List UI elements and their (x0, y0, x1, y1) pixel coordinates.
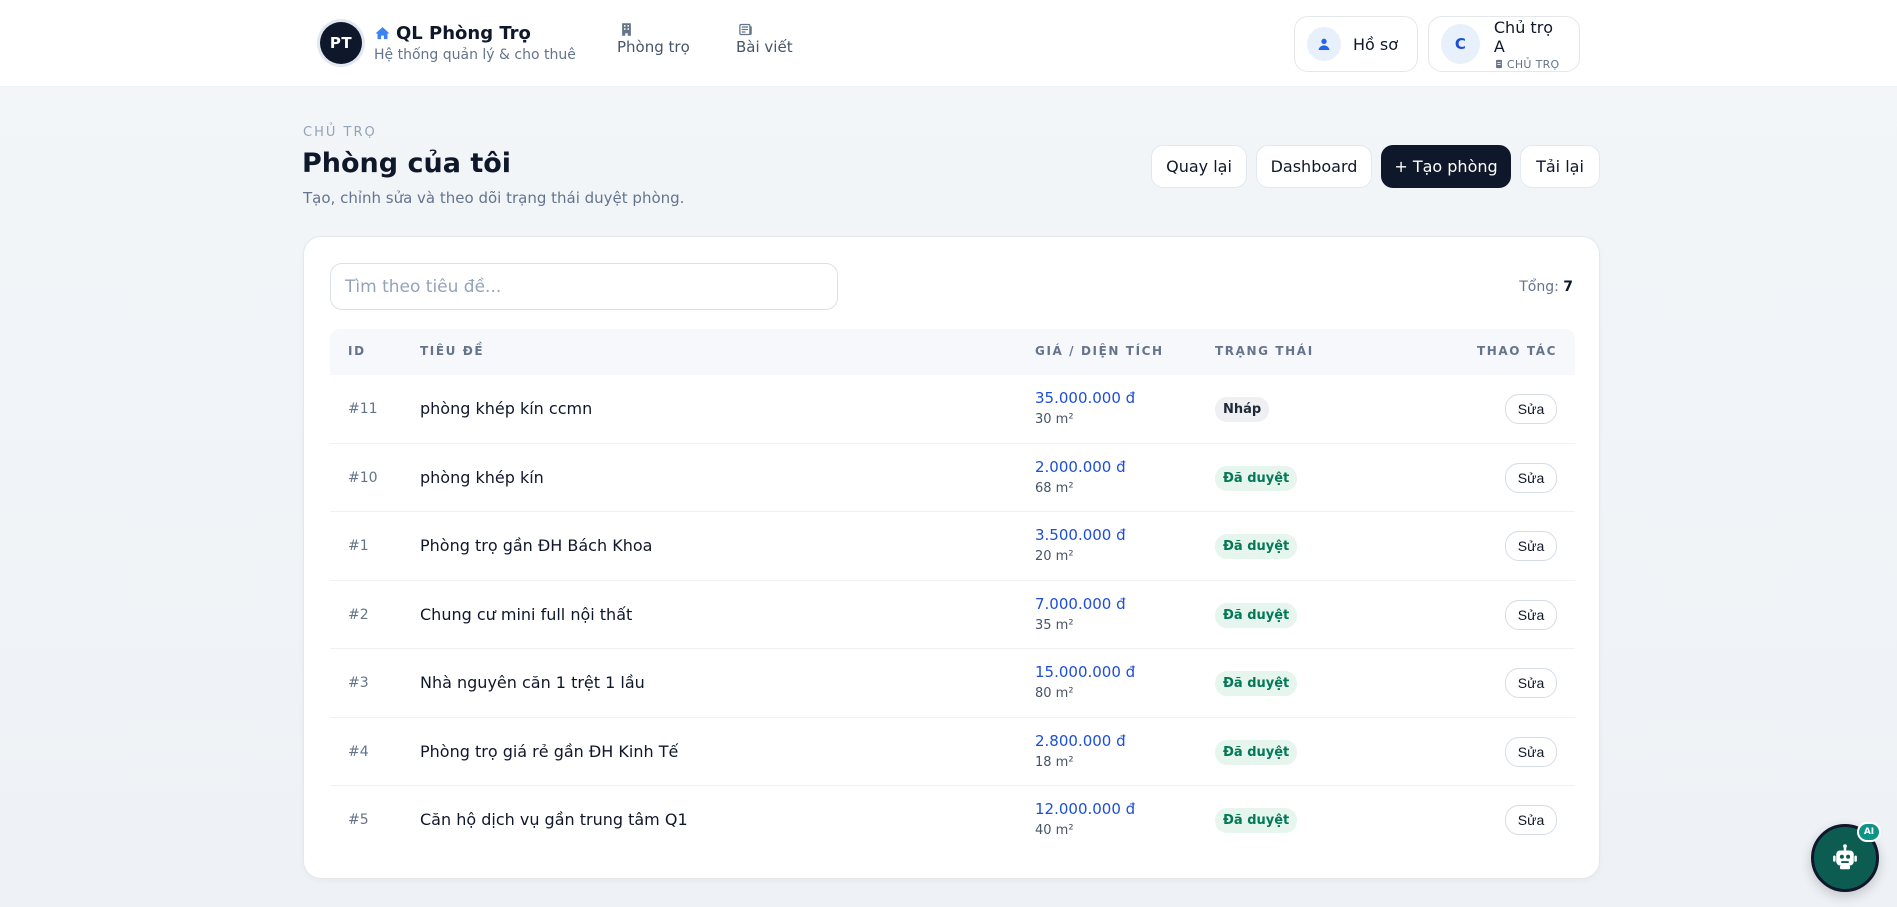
room-area: 35 m² (1035, 617, 1074, 633)
room-id: #2 (348, 606, 369, 623)
ai-badge: AI (1857, 822, 1881, 842)
profile-button[interactable]: Hồ sơ (1294, 16, 1418, 72)
room-area: 68 m² (1035, 480, 1074, 496)
user-name: Chủ trọ A (1493, 17, 1554, 56)
nav-label-rooms: Phòng trọ (617, 38, 690, 56)
brand-title: QL Phòng Trọ (396, 23, 531, 44)
room-area: 80 m² (1035, 686, 1074, 701)
status-badge: Nháp (1215, 397, 1270, 422)
room-id: #11 (348, 401, 378, 417)
room-title: Phòng trọ giá rẻ gần ĐH Kinh Tế (420, 741, 679, 761)
room-title: Nhà nguyên căn 1 trệt 1 lầu (420, 673, 645, 692)
room-price: 7.000.000 đ (1035, 594, 1126, 613)
edit-button[interactable]: Sửa (1505, 394, 1557, 424)
brand-subtitle: Hệ thống quản lý & cho thuê (374, 47, 576, 63)
nav-label-posts: Bài viết (736, 38, 793, 56)
column-header-status: TRẠNG THÁI (1215, 344, 1314, 358)
room-title: phòng khép kín ccmn (420, 399, 593, 418)
edit-button[interactable]: Sửa (1505, 736, 1557, 767)
room-price: 2.000.000 đ (1035, 457, 1126, 476)
room-id: #5 (348, 812, 369, 828)
total-label: Tổng: (1519, 279, 1559, 295)
status-badge: Đã duyệt (1215, 534, 1298, 559)
room-price: 35.000.000 đ (1035, 389, 1136, 407)
room-title: Căn hộ dịch vụ gần trung tâm Q1 (420, 810, 688, 829)
column-header-id: ID (348, 344, 366, 358)
status-badge: Đã duyệt (1215, 808, 1298, 833)
column-header-actions: THAO TÁC (1476, 344, 1557, 358)
user-icon (1318, 38, 1330, 50)
total-value: 7 (1563, 279, 1573, 295)
table-row: #5 Căn hộ dịch vụ gần trung tâm Q1 12.00… (330, 786, 1575, 855)
dashboard-button[interactable]: Dashboard (1256, 145, 1372, 188)
total-count: Tổng: 7 (1519, 279, 1573, 295)
table-row: #10 phòng khép kín 2.000.000 đ 68 m² Đã … (330, 444, 1575, 512)
rooms-card: Tìm theo tiêu đề... Tổng: 7 ID TIÊU ĐỀ G… (303, 236, 1600, 879)
table-row: #11 phòng khép kín ccmn 35.000.000 đ 30 … (330, 375, 1575, 444)
search-input[interactable]: Tìm theo tiêu đề... (330, 263, 838, 310)
edit-button[interactable]: Sửa (1505, 599, 1557, 630)
page-description: Tạo, chỉnh sửa và theo dõi trạng thái du… (303, 189, 685, 207)
user-menu-button[interactable]: C Chủ trọ A CHỦ TRỌ (1428, 16, 1580, 72)
room-area: 18 m² (1035, 754, 1074, 770)
page-eyebrow: CHỦ TRỌ (303, 125, 377, 140)
room-id: #10 (348, 469, 378, 486)
table-row: #2 Chung cư mini full nội thất 7.000.000… (330, 581, 1575, 649)
avatar: C (1441, 24, 1480, 64)
table-row: #1 Phòng trọ gần ĐH Bách Khoa 3.500.000 … (330, 512, 1575, 581)
table-body: #11 phòng khép kín ccmn 35.000.000 đ 30 … (330, 375, 1575, 855)
column-header-title: TIÊU ĐỀ (420, 344, 485, 358)
edit-button[interactable]: Sửa (1505, 668, 1557, 698)
status-badge: Đã duyệt (1215, 465, 1298, 491)
status-badge: Đã duyệt (1215, 671, 1298, 696)
reload-button[interactable]: Tải lại (1520, 145, 1600, 188)
id-card-icon (1495, 59, 1502, 69)
room-title: phòng khép kín (420, 467, 544, 487)
room-area: 40 m² (1035, 823, 1074, 838)
page-title: Phòng của tôi (302, 148, 512, 179)
room-title: Chung cư mini full nội thất (420, 604, 633, 624)
create-room-button[interactable]: + Tạo phòng (1381, 145, 1511, 188)
top-navbar: PT QL Phòng Trọ Hệ thống quản lý & cho t… (0, 0, 1897, 87)
room-id: #4 (348, 743, 369, 760)
brand-logo: PT (320, 22, 362, 64)
room-price: 12.000.000 đ (1035, 800, 1136, 818)
table-row: #4 Phòng trọ giá rẻ gần ĐH Kinh Tế 2.800… (330, 718, 1575, 786)
room-area: 30 m² (1035, 412, 1074, 427)
room-title: Phòng trọ gần ĐH Bách Khoa (420, 536, 653, 555)
table-row: #3 Nhà nguyên căn 1 trệt 1 lầu 15.000.00… (330, 649, 1575, 718)
room-id: #1 (348, 538, 369, 554)
room-price: 15.000.000 đ (1035, 663, 1136, 681)
user-role: CHỦ TRỌ (1506, 57, 1560, 71)
edit-button[interactable]: Sửa (1505, 805, 1557, 835)
nav-item-posts[interactable]: Bài viết (736, 22, 793, 56)
room-price: 3.500.000 đ (1035, 526, 1126, 544)
newspaper-icon (739, 23, 752, 36)
edit-button[interactable]: Sửa (1505, 462, 1557, 493)
room-area: 20 m² (1035, 549, 1074, 564)
home-icon (375, 27, 390, 40)
column-header-price-area: GIÁ / DIỆN TÍCH (1035, 344, 1164, 358)
robot-icon (1833, 844, 1857, 870)
table-header: ID TIÊU ĐỀ GIÁ / DIỆN TÍCH TRẠNG THÁI TH… (330, 329, 1575, 375)
profile-label: Hồ sơ (1353, 34, 1399, 54)
nav-item-rooms[interactable]: Phòng trọ (617, 22, 690, 56)
brand[interactable]: PT QL Phòng Trọ Hệ thống quản lý & cho t… (320, 22, 576, 64)
status-badge: Đã duyệt (1215, 739, 1298, 765)
back-button[interactable]: Quay lại (1151, 145, 1247, 188)
room-id: #3 (348, 675, 369, 691)
edit-button[interactable]: Sửa (1505, 531, 1557, 561)
room-price: 2.800.000 đ (1035, 731, 1126, 750)
status-badge: Đã duyệt (1215, 602, 1298, 628)
building-icon (622, 23, 631, 36)
